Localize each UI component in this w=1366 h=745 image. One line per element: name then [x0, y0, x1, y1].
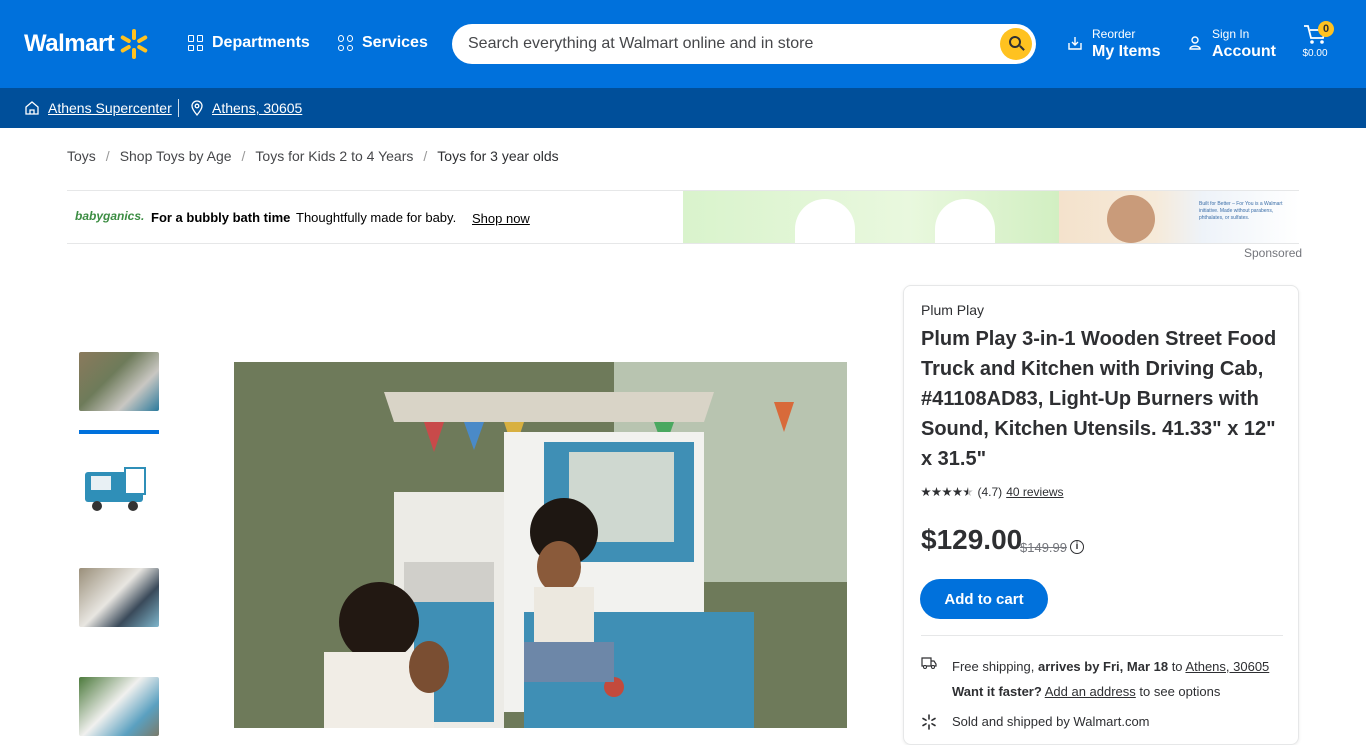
star-half-icon [963, 487, 973, 497]
cart-total: $0.00 [1302, 48, 1328, 59]
account-big-label: Account [1212, 43, 1276, 60]
ad-product-image [683, 191, 1059, 243]
store-icon [25, 101, 39, 115]
thumbnail-1[interactable] [79, 352, 159, 411]
logo-text: Walmart [24, 30, 115, 57]
account-link[interactable]: Sign In Account [1188, 27, 1276, 63]
star-icon [942, 487, 952, 497]
want-faster-label: Want it faster? [952, 684, 1042, 699]
star-icon [921, 487, 931, 497]
info-icon[interactable]: i [1070, 540, 1084, 554]
thumbnail-selected-indicator [79, 430, 159, 434]
breadcrumb-separator: / [241, 148, 246, 164]
shipping-location-link[interactable]: Athens, 30605 [1185, 659, 1269, 674]
grid-icon [188, 35, 204, 51]
was-price: $149.99 [1020, 540, 1067, 555]
shipping-to: to [1168, 659, 1186, 674]
breadcrumb-current: Toys for 3 year olds [437, 148, 559, 164]
panel-divider [921, 635, 1283, 636]
signin-small-label: Sign In [1212, 27, 1250, 41]
sold-by-text: Sold and shipped by Walmart.com [952, 714, 1150, 729]
product-rating[interactable]: (4.7) 40 reviews [921, 485, 1064, 499]
services-label: Services [362, 34, 428, 51]
spark-icon [118, 28, 150, 60]
reorder-big-label: My Items [1092, 43, 1161, 60]
store-name: Athens Supercenter [48, 100, 172, 116]
ad-headline: For a bubbly bath time [151, 210, 291, 225]
shipping-info: Free shipping, arrives by Fri, Mar 18 to… [952, 654, 1292, 704]
breadcrumb-separator: / [105, 148, 110, 164]
breadcrumb-toys[interactable]: Toys [67, 148, 96, 164]
location-pin-icon [191, 100, 203, 116]
services-button[interactable]: Services [338, 34, 428, 52]
location-text: Athens, 30605 [212, 100, 303, 116]
global-header: Walmart Departments Services Reorder My … [0, 0, 1366, 88]
ad-brand-logo: babyganics. [75, 209, 145, 223]
rating-stars [921, 487, 974, 497]
reorder-icon [1068, 36, 1082, 50]
shipping-date: arrives by Fri, Mar 18 [1038, 659, 1169, 674]
truck-icon [921, 656, 937, 674]
walmart-logo[interactable]: Walmart [24, 28, 150, 60]
star-icon [931, 487, 942, 497]
thumbnail-4[interactable] [79, 677, 159, 736]
search-input[interactable] [468, 24, 988, 64]
ad-shop-now-link[interactable]: Shop now [472, 211, 530, 226]
product-title: Plum Play 3-in-1 Wooden Street Food Truc… [921, 328, 1277, 470]
product-info-panel: Plum Play Plum Play 3-in-1 Wooden Street… [903, 285, 1299, 745]
location-selector[interactable]: Athens, 30605 [190, 100, 302, 116]
spark-small-icon [921, 714, 937, 735]
main-product-image[interactable] [234, 362, 847, 728]
breadcrumb-kids-2-4[interactable]: Toys for Kids 2 to 4 Years [255, 148, 413, 164]
add-to-cart-button[interactable]: Add to cart [920, 579, 1048, 619]
cart-count-badge: 0 [1318, 21, 1334, 37]
breadcrumb-separator: / [423, 148, 428, 164]
search-button[interactable] [1000, 28, 1032, 60]
store-location-bar: Athens Supercenter Athens, 30605 [0, 88, 1366, 128]
shipping-prefix: Free shipping, [952, 659, 1038, 674]
reorder-link[interactable]: Reorder My Items [1068, 27, 1160, 63]
add-address-link[interactable]: Add an address [1045, 684, 1136, 699]
reviews-link[interactable]: 40 reviews [1006, 485, 1063, 499]
breadcrumb: Toys / Shop Toys by Age / Toys for Kids … [67, 148, 559, 164]
ad-lifestyle-image: Built for Better – For You is a Walmart … [1059, 191, 1299, 243]
ad-subtext: Thoughtfully made for baby. [296, 210, 457, 225]
current-price: $129.00 [921, 524, 1023, 555]
product-brand-link[interactable]: Plum Play [921, 302, 984, 318]
subbar-divider [178, 99, 179, 117]
sponsored-label: Sponsored [1244, 246, 1303, 260]
departments-label: Departments [212, 34, 310, 51]
rating-value: (4.7) [977, 485, 1003, 499]
thumbnail-2[interactable] [79, 458, 159, 517]
ad-note: Built for Better – For You is a Walmart … [1199, 201, 1283, 221]
search-bar [452, 24, 1036, 64]
departments-button[interactable]: Departments [188, 34, 310, 52]
breadcrumb-shop-by-age[interactable]: Shop Toys by Age [120, 148, 232, 164]
thumbnail-3[interactable] [79, 568, 159, 627]
user-icon [1188, 36, 1202, 50]
sponsored-banner[interactable]: babyganics. For a bubbly bath time Thoug… [67, 190, 1299, 244]
reorder-small-label: Reorder [1092, 27, 1136, 41]
store-selector[interactable]: Athens Supercenter [24, 100, 172, 116]
faster-suffix: to see options [1135, 684, 1221, 699]
services-icon [338, 35, 354, 51]
star-icon [952, 487, 963, 497]
